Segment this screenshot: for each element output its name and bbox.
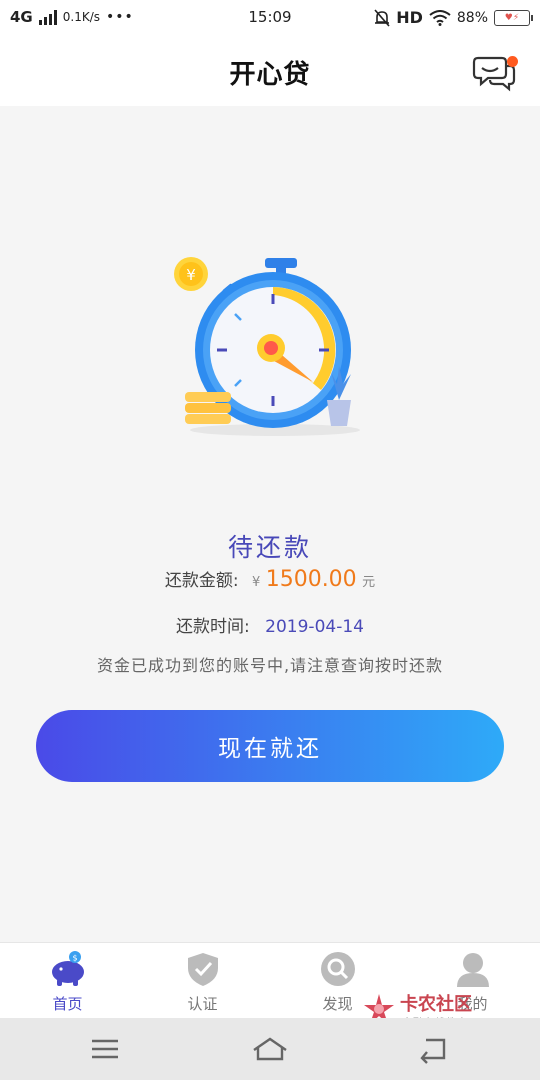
notice-text: 资金已成功到您的账号中,请注意查询按时还款 xyxy=(96,656,444,675)
date-value: 2019-04-14 xyxy=(265,617,364,637)
tab-verify-label: 认证 xyxy=(187,995,218,1013)
system-nav-bar xyxy=(0,1018,540,1080)
battery-percent: 88% xyxy=(456,9,488,26)
amount-currency: ¥ xyxy=(252,575,261,590)
user-icon xyxy=(457,953,489,987)
repayment-status-title: 待还款 xyxy=(227,533,312,562)
date-row: 还款时间: 2019-04-14 xyxy=(0,612,540,637)
date-label: 还款时间: xyxy=(176,617,250,637)
battery-icon: ♥⚡ xyxy=(494,9,533,26)
mute-bell-icon xyxy=(374,8,390,27)
tab-home-label: 首页 xyxy=(52,995,83,1013)
piggy-bank-icon: $ xyxy=(52,951,84,986)
back-icon[interactable] xyxy=(414,1032,454,1066)
amount-label: 还款金额: xyxy=(164,571,239,591)
svg-text:$: $ xyxy=(72,954,77,963)
status-bar: 4G 0.1K/s ••• 15:09 HD 88% ♥⚡ xyxy=(0,0,540,36)
hd-indicator: HD xyxy=(396,8,423,27)
page-title: 开心贷 xyxy=(229,60,311,90)
tab-verify[interactable]: 认证 xyxy=(135,943,270,1019)
menu-icon[interactable] xyxy=(86,1032,126,1066)
status-right: HD 88% ♥⚡ xyxy=(374,8,533,27)
app-header: 开心贷 xyxy=(0,36,540,106)
stopwatch-illustration: ¥ xyxy=(174,257,360,436)
notification-dot xyxy=(507,56,518,67)
home-icon[interactable] xyxy=(250,1032,290,1066)
watermark-text: 卡农社区 xyxy=(400,994,472,1015)
search-icon xyxy=(321,952,355,986)
wifi-icon xyxy=(429,9,451,26)
svg-text:¥: ¥ xyxy=(186,266,196,284)
amount-row: 还款金额: ¥ 1500.00 元 xyxy=(0,566,540,592)
message-button[interactable] xyxy=(472,52,518,92)
shield-check-icon xyxy=(188,953,218,986)
amount-value: 1500.00 xyxy=(265,567,357,592)
tab-home[interactable]: $ 首页 xyxy=(0,943,135,1019)
repay-now-button[interactable]: 现在就还 xyxy=(36,710,504,782)
amount-unit: 元 xyxy=(362,575,376,590)
